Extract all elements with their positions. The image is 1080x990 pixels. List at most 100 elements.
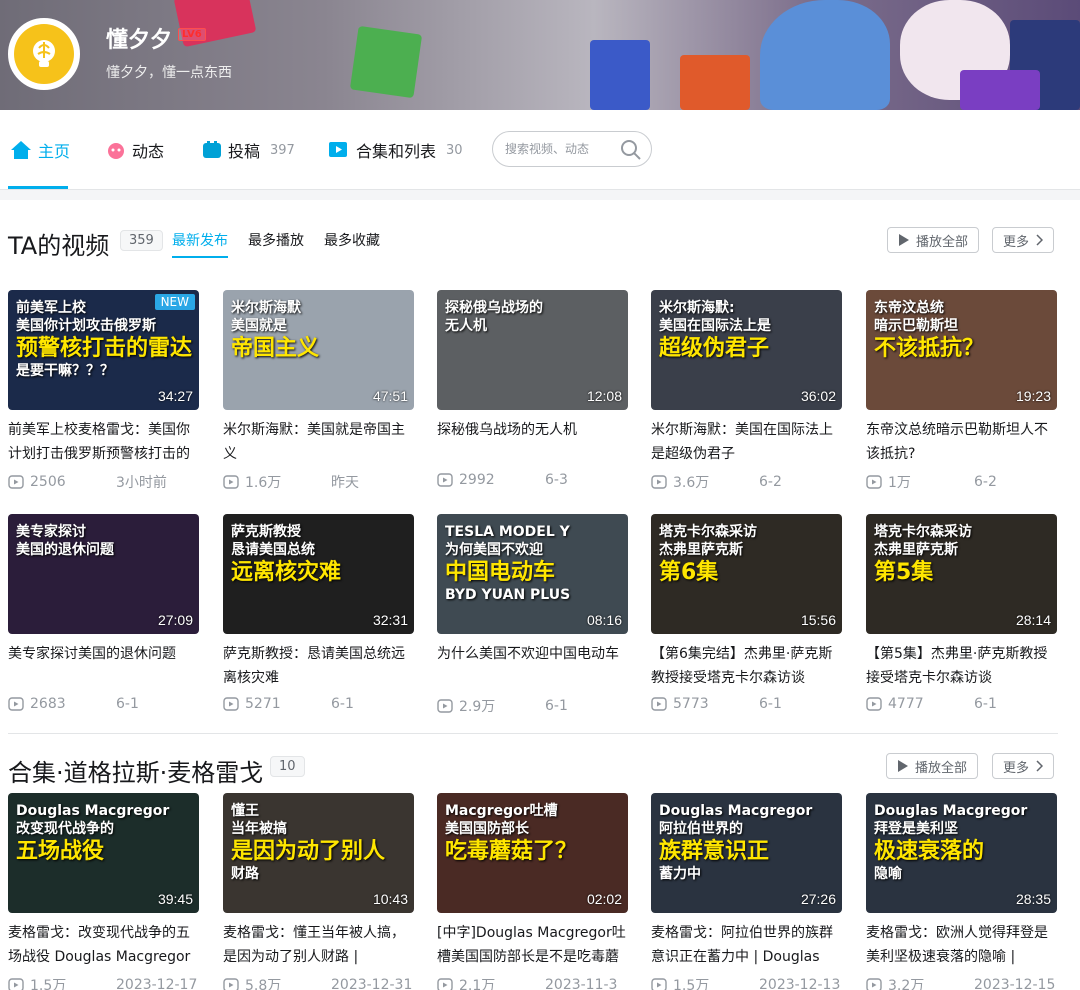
collection-more-label: 更多: [1003, 760, 1030, 776]
play-count-icon: [866, 978, 882, 990]
video-thumbnail[interactable]: TESLA MODEL Y 为何美国不欢迎 中国电动车 BYD YUAN PLUS 08…: [437, 514, 628, 634]
video-title[interactable]: 麦格雷戈：懂王当年被人搞，是因为动了别人财路 |: [223, 921, 414, 969]
thumbnail-caption: 米尔斯海默 美国就是 帝国主义: [231, 300, 320, 361]
video-card[interactable]: 探秘俄乌战场的 无人机 12:08 探秘俄乌战场的无人机 2992 6-3: [437, 290, 628, 488]
collection-more-button[interactable]: 更多: [992, 753, 1055, 779]
tab-newest[interactable]: 最新发布: [172, 230, 228, 258]
video-title[interactable]: [中字]Douglas Macgregor吐槽美国国防部长是不是吃毒蘑: [437, 921, 628, 969]
video-card[interactable]: 米尔斯海默: 美国在国际法上是 超级伪君子 36:02 米尔斯海默：美国在国际法上是超级…: [651, 290, 842, 492]
play-icon: [898, 760, 908, 772]
video-card[interactable]: Macgregor吐槽 美国国防部长 吃毒蘑菇了？ 02:02 [中字]Douglas …: [437, 793, 628, 990]
play-count-icon: [223, 475, 239, 489]
video-title[interactable]: 米尔斯海默：美国就是帝国主义: [223, 418, 414, 466]
collection-play-all-button[interactable]: 播放全部: [886, 753, 979, 779]
search-input[interactable]: [505, 142, 615, 156]
gift-box-decoration: [680, 55, 750, 110]
view-count: 2506: [30, 474, 66, 490]
video-meta: 2506 3小时前: [8, 472, 199, 492]
video-duration: 10:43: [372, 891, 408, 907]
video-duration: 28:35: [1015, 891, 1051, 907]
level-badge: LV6: [178, 28, 206, 41]
video-meta: 1万 6-2: [866, 472, 1057, 492]
video-title[interactable]: 麦格雷戈：阿拉伯世界的族群意识正在蓄力中 | Douglas: [651, 921, 842, 969]
play-icon: [899, 234, 909, 246]
video-card[interactable]: 塔克卡尔森采访 杰弗里萨克斯 第5集 28:14 【第5集】杰弗里·萨克斯教授接受塔克卡…: [866, 514, 1057, 712]
video-title[interactable]: 东帝汶总统暗示巴勒斯坦人不该抵抗?: [866, 418, 1057, 466]
video-thumbnail[interactable]: Douglas Macgregor 改变现代战争的 五场战役 39:45: [8, 793, 199, 913]
collection-play-all-label: 播放全部: [915, 760, 968, 776]
video-thumbnail[interactable]: Douglas Macgregor 阿拉伯世界的 族群意识正 蓄力中 27:26: [651, 793, 842, 913]
video-thumbnail[interactable]: 前美军上校 美国你计划攻击俄罗斯 预警核打击的雷达 是要干嘛？？？ NEW 34:27: [8, 290, 199, 410]
video-card[interactable]: 萨克斯教授 恳请美国总统 远离核灾难 32:31 萨克斯教授：恳请美国总统远离核灾难 52…: [223, 514, 414, 712]
new-badge: NEW: [154, 294, 195, 310]
video-thumbnail[interactable]: 萨克斯教授 恳请美国总统 远离核灾难 32:31: [223, 514, 414, 634]
thumbnail-caption: Douglas Macgregor 改变现代战争的 五场战役: [16, 803, 170, 864]
video-thumbnail[interactable]: 探秘俄乌战场的 无人机 12:08: [437, 290, 628, 410]
video-duration: 27:09: [157, 612, 193, 628]
video-title[interactable]: 美专家探讨美国的退休问题: [8, 642, 199, 690]
video-card[interactable]: 塔克卡尔森采访 杰弗里萨克斯 第6集 15:56 【第6集完结】杰弗里·萨克斯教授接受塔…: [651, 514, 842, 712]
video-card[interactable]: 东帝汶总统 暗示巴勒斯坦 不该抵抗？ 19:23 东帝汶总统暗示巴勒斯坦人不该抵抗? 1万…: [866, 290, 1057, 492]
video-thumbnail[interactable]: 懂王 当年被搞 是因为动了别人 财路 10:43: [223, 793, 414, 913]
video-card[interactable]: Douglas Macgregor 拜登是美利坚 极速衰落的 隐喻 28:35 麦格雷戈：…: [866, 793, 1057, 990]
gift-box-decoration: [590, 40, 650, 110]
dynamic-icon: [108, 143, 124, 159]
tab-most-favorited[interactable]: 最多收藏: [324, 230, 380, 258]
publish-date: 2023-12-31: [331, 977, 413, 990]
video-title[interactable]: 米尔斯海默：美国在国际法上是超级伪君子: [651, 418, 842, 466]
video-title[interactable]: 【第5集】杰弗里·萨克斯教授接受塔克卡尔森访谈: [866, 642, 1057, 690]
video-meta: 2683 6-1: [8, 696, 199, 712]
play-count-icon: [651, 475, 667, 489]
video-thumbnail[interactable]: Douglas Macgregor 拜登是美利坚 极速衰落的 隐喻 28:35: [866, 793, 1057, 913]
video-card[interactable]: Douglas Macgregor 阿拉伯世界的 族群意识正 蓄力中 27:26 麦格雷戈…: [651, 793, 842, 990]
video-meta: 2.9万 6-1: [437, 696, 628, 716]
tab-most-played[interactable]: 最多播放: [248, 230, 304, 258]
video-title[interactable]: 为什么美国不欢迎中国电动车: [437, 642, 628, 690]
video-card[interactable]: 美专家探讨 美国的退休问题 27:09 美专家探讨美国的退休问题 2683 6-1: [8, 514, 199, 712]
publish-date: 6-1: [759, 696, 782, 712]
avatar[interactable]: [8, 18, 80, 90]
video-duration: 47:51: [372, 388, 408, 404]
video-title[interactable]: 前美军上校麦格雷戈：美国你计划打击俄罗斯预警核打击的: [8, 418, 199, 466]
video-card[interactable]: Douglas Macgregor 改变现代战争的 五场战役 39:45 麦格雷戈：改变…: [8, 793, 199, 990]
video-thumbnail[interactable]: 塔克卡尔森采访 杰弗里萨克斯 第5集 28:14: [866, 514, 1057, 634]
video-title[interactable]: 【第6集完结】杰弗里·萨克斯教授接受塔克卡尔森访谈: [651, 642, 842, 690]
tab-uploads[interactable]: 投稿 397: [202, 138, 295, 162]
video-card[interactable]: TESLA MODEL Y 为何美国不欢迎 中国电动车 BYD YUAN PLUS 08…: [437, 514, 628, 716]
tab-home[interactable]: 主页: [10, 138, 70, 162]
play-count-icon: [223, 978, 239, 990]
more-label: 更多: [1003, 234, 1030, 250]
tab-collections-label: 合集和列表: [356, 142, 437, 161]
profile-username: 懂夕夕: [106, 28, 173, 53]
video-title[interactable]: 麦格雷戈：改变现代战争的五场战役 Douglas Macgregor: [8, 921, 199, 969]
view-count: 2992: [459, 472, 495, 488]
video-thumbnail[interactable]: 米尔斯海默: 美国在国际法上是 超级伪君子 36:02: [651, 290, 842, 410]
tab-dynamic[interactable]: 动态: [106, 138, 164, 162]
video-duration: 32:31: [372, 612, 408, 628]
play-count-icon: [8, 978, 24, 990]
publish-date: 3小时前: [116, 475, 167, 491]
publish-date: 6-2: [759, 474, 782, 490]
thumbnail-caption: Douglas Macgregor 阿拉伯世界的 族群意识正 蓄力中: [659, 803, 813, 882]
video-thumbnail[interactable]: 东帝汶总统 暗示巴勒斯坦 不该抵抗？ 19:23: [866, 290, 1057, 410]
tab-collections[interactable]: 合集和列表 30: [328, 138, 463, 162]
video-thumbnail[interactable]: 塔克卡尔森采访 杰弗里萨克斯 第6集 15:56: [651, 514, 842, 634]
video-title[interactable]: 探秘俄乌战场的无人机: [437, 418, 628, 466]
play-all-label: 播放全部: [916, 234, 969, 250]
video-thumbnail[interactable]: Macgregor吐槽 美国国防部长 吃毒蘑菇了？ 02:02: [437, 793, 628, 913]
video-card[interactable]: 懂王 当年被搞 是因为动了别人 财路 10:43 麦格雷戈：懂王当年被人搞，是因为动了别人…: [223, 793, 414, 990]
more-button[interactable]: 更多: [992, 227, 1055, 253]
play-all-button[interactable]: 播放全部: [887, 227, 980, 253]
video-title[interactable]: 麦格雷戈：欧洲人觉得拜登是美利坚极速衰落的隐喻 |: [866, 921, 1057, 969]
play-count-icon: [8, 697, 24, 711]
search-icon[interactable]: [619, 138, 643, 162]
video-card[interactable]: 米尔斯海默 美国就是 帝国主义 47:51 米尔斯海默：美国就是帝国主义 1.6万 昨天: [223, 290, 414, 492]
video-title[interactable]: 萨克斯教授：恳请美国总统远离核灾难: [223, 642, 414, 690]
videos-section-title: TA的视频: [8, 232, 110, 260]
video-thumbnail[interactable]: 美专家探讨 美国的退休问题 27:09: [8, 514, 199, 634]
video-card[interactable]: 前美军上校 美国你计划攻击俄罗斯 预警核打击的雷达 是要干嘛？？？ NEW 34:27 前美…: [8, 290, 199, 492]
publish-date: 2023-12-15: [974, 977, 1056, 990]
thumbnail-caption: 塔克卡尔森采访 杰弗里萨克斯 第6集: [659, 524, 757, 585]
search-box[interactable]: [492, 131, 652, 167]
video-thumbnail[interactable]: 米尔斯海默 美国就是 帝国主义 47:51: [223, 290, 414, 410]
